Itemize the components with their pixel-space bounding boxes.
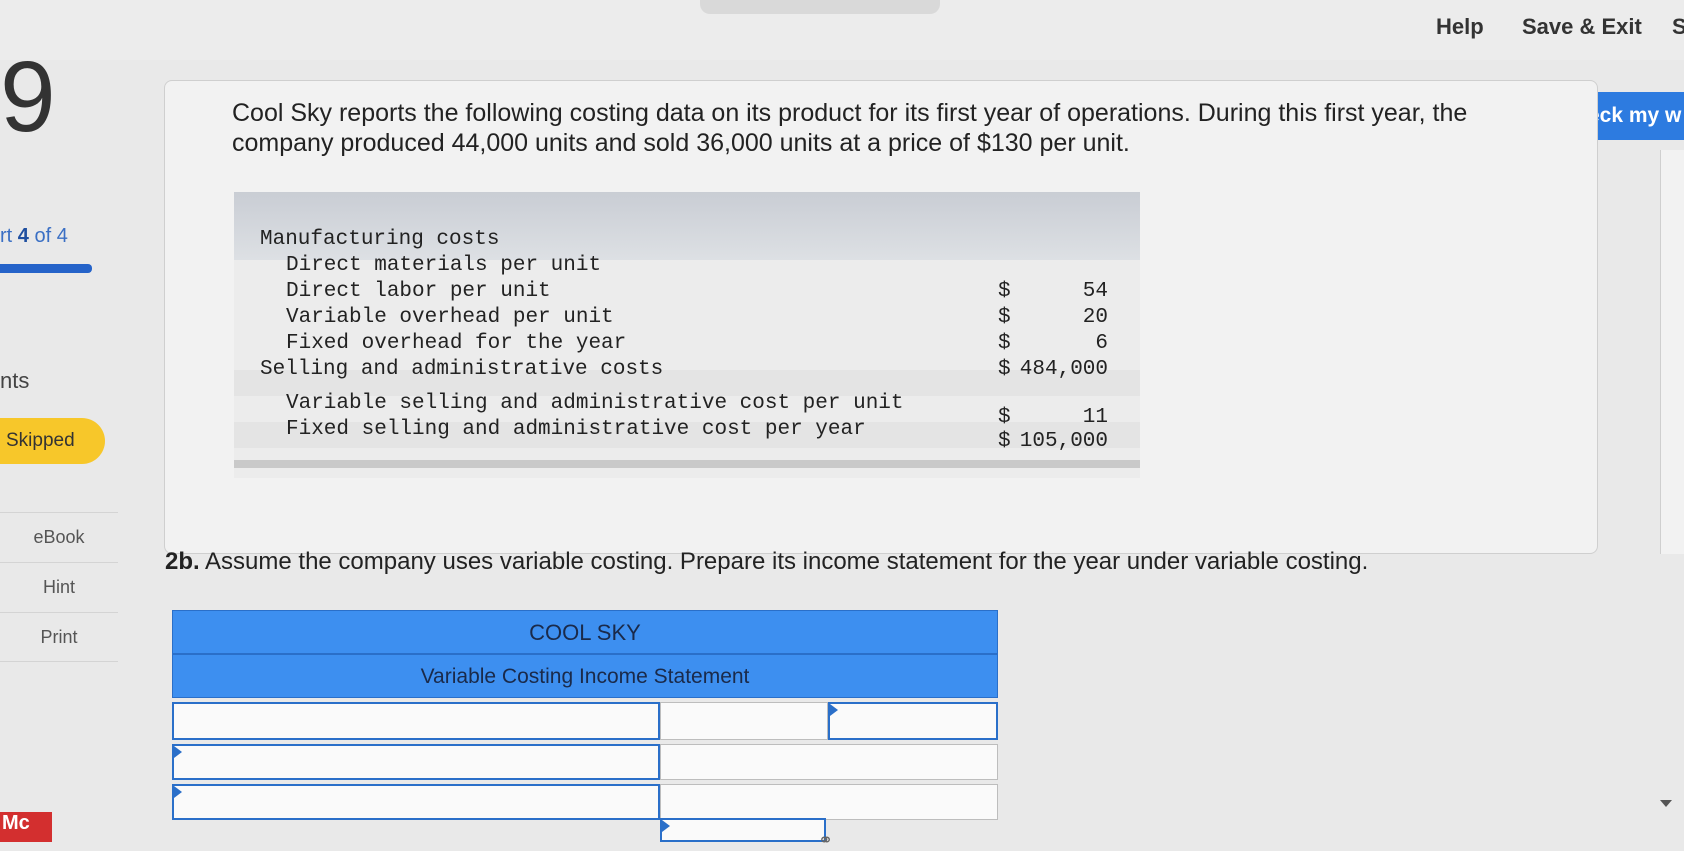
help-link[interactable]: Help (1436, 14, 1484, 40)
cell-marker-icon (174, 786, 182, 798)
row-amount: $ 20 (998, 306, 1108, 332)
row-amount: $ 6 (998, 332, 1108, 358)
points-label: nts (0, 368, 30, 393)
row-label: Direct labor per unit (286, 280, 551, 303)
statement-title: Variable Costing Income Statement (172, 654, 998, 698)
income-statement-table: COOL SKY Variable Costing Income Stateme… (172, 610, 998, 842)
row-label: Variable selling and administrative cost… (286, 392, 904, 415)
top-tab (700, 0, 940, 14)
cell-marker-icon (174, 746, 182, 758)
part-current: 4 (17, 225, 29, 247)
amount-input[interactable] (660, 818, 826, 842)
amount-input[interactable] (660, 702, 828, 740)
part-indicator: rt 4 of 4 (0, 225, 68, 248)
print-button[interactable]: Print (0, 612, 118, 662)
row-amount: $ 484,000 (998, 358, 1108, 384)
top-bar: Help Save & Exit S (0, 0, 1684, 60)
question-number: 9 (0, 41, 56, 153)
logo: Mc (0, 812, 52, 842)
row-amount: $ 105,000 (998, 430, 1108, 456)
table-bottom-rule (234, 460, 1140, 468)
costing-data-table: Manufacturing costs Direct materials per… (234, 192, 1140, 478)
cell-marker-icon (830, 704, 838, 716)
ebook-button[interactable]: eBook (0, 512, 118, 561)
requirement-body: Assume the company uses variable costing… (205, 548, 1369, 575)
label-input[interactable] (172, 702, 660, 740)
currency-symbol: $ (998, 430, 1011, 453)
row-label: Direct materials per unit (286, 254, 602, 277)
card-edge (1660, 150, 1684, 554)
submit-link[interactable]: S (1672, 14, 1684, 40)
label-input[interactable] (172, 784, 660, 820)
part-suffix: of 4 (34, 225, 68, 247)
statement-company: COOL SKY (172, 610, 998, 654)
currency-symbol: $ (998, 306, 1011, 329)
amount-value: 484,000 (1019, 358, 1108, 381)
part-prefix: rt (0, 225, 13, 247)
amount-value: 20 (1082, 306, 1108, 329)
currency-symbol: $ (998, 332, 1011, 355)
scroll-down-icon[interactable] (1660, 800, 1672, 807)
requirement-text: 2b. Assume the company uses variable cos… (165, 548, 1465, 576)
hint-button[interactable]: Hint (0, 562, 118, 611)
amount-value: 6 (1095, 332, 1108, 355)
amount-input[interactable] (660, 784, 998, 820)
row-label: Fixed selling and administrative cost pe… (286, 418, 866, 441)
currency-symbol: $ (998, 358, 1011, 381)
label-input[interactable] (172, 744, 660, 780)
amount-value: 105,000 (1019, 430, 1108, 453)
row-label: Fixed overhead for the year (286, 332, 627, 355)
amount-value: 54 (1082, 280, 1108, 303)
row-amount: $ 54 (998, 280, 1108, 306)
part-progress-bar (0, 264, 92, 273)
problem-text: Cool Sky reports the following costing d… (232, 99, 1468, 157)
amount-value: 11 (1082, 406, 1108, 429)
row-label: Variable overhead per unit (286, 306, 614, 329)
link-icon: ⚭ (818, 830, 834, 850)
status-badge: Skipped (0, 418, 105, 464)
row-amount: $ 11 (998, 406, 1108, 432)
requirement-label: 2b. (165, 548, 200, 575)
amount-input[interactable] (828, 702, 998, 740)
row-label: Selling and administrative costs (260, 358, 664, 381)
amount-input[interactable] (660, 744, 998, 780)
row-label: Manufacturing costs (260, 228, 500, 251)
currency-symbol: $ (998, 406, 1011, 429)
cell-marker-icon (662, 820, 670, 832)
currency-symbol: $ (998, 280, 1011, 303)
save-exit-link[interactable]: Save & Exit (1522, 14, 1642, 40)
